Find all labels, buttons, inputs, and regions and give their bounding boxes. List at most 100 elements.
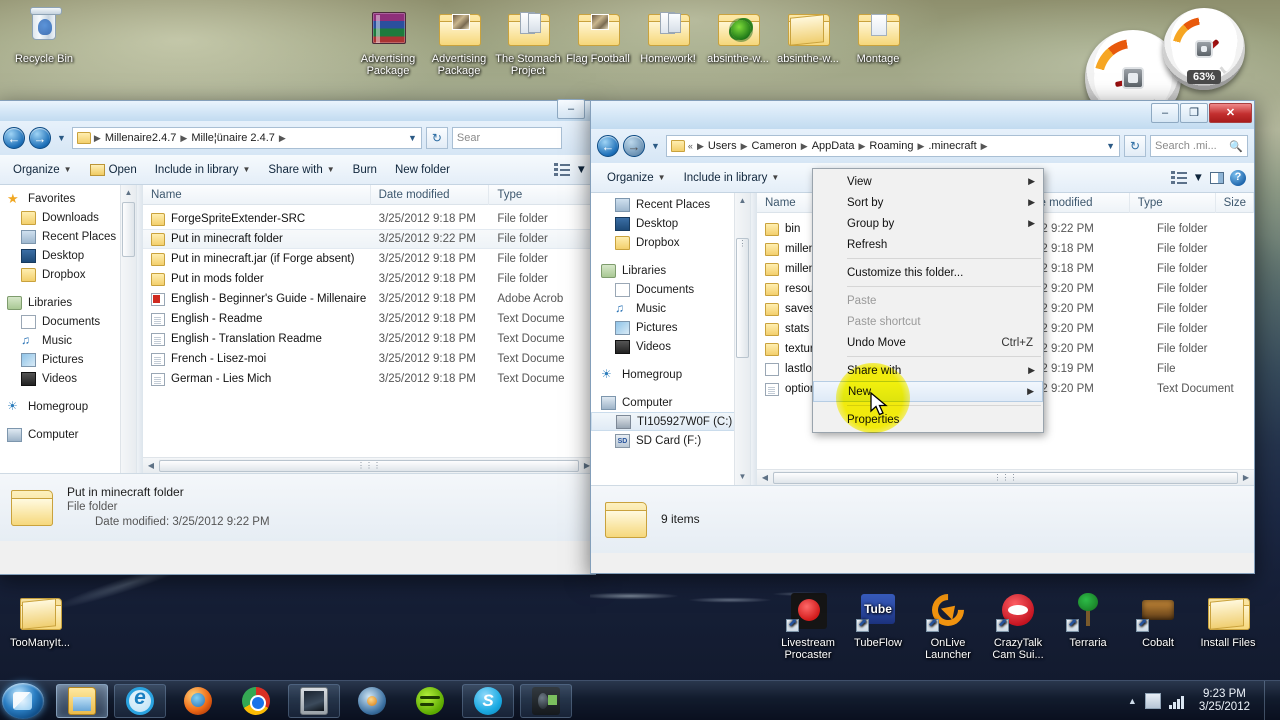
address-bar[interactable]: ▶ Millenaire2.4.7 ▶ Mille¦ünaire 2.4.7 ▶… xyxy=(71,127,422,149)
desktop-icon-stomach-project[interactable]: The Stomach Project xyxy=(492,6,564,77)
sidebar-item-documents[interactable]: Documents xyxy=(591,280,750,299)
scroll-right-icon[interactable]: ▶ xyxy=(1238,470,1254,486)
desktop-icon-toomanyitems[interactable]: TooManyIt... xyxy=(4,590,76,649)
sidebar-item-pictures[interactable]: Pictures xyxy=(591,318,750,337)
sidebar-item-libraries[interactable]: Libraries xyxy=(0,293,136,312)
explorer-window-millenaire[interactable]: – ← → ▼ ▶ Millenaire2.4.7 ▶ Mille¦ünaire… xyxy=(0,99,596,575)
sidebar-item-homegroup[interactable]: ☀ Homegroup xyxy=(591,365,750,384)
column-header-date[interactable]: Date modified xyxy=(371,185,490,205)
breadcrumb-item[interactable]: .minecraft xyxy=(927,140,977,152)
back-button[interactable]: ← xyxy=(597,135,619,157)
scrollbar-track[interactable]: ⋮⋮⋮ xyxy=(159,458,579,473)
refresh-button[interactable]: ↻ xyxy=(1124,135,1146,157)
address-dropdown-icon[interactable]: ▼ xyxy=(408,133,417,143)
window1-navigation-pane[interactable]: ★ Favorites Downloads Recent Places Desk… xyxy=(0,185,137,473)
open-button[interactable]: Open xyxy=(82,160,145,180)
burn-button[interactable]: Burn xyxy=(345,160,385,180)
recent-pages-chevron-icon[interactable]: ▼ xyxy=(55,133,68,143)
clock[interactable]: 9:23 PM 3/25/2012 xyxy=(1193,688,1256,714)
context-menu[interactable]: View ▶ Sort by ▶ Group by ▶ Refresh Cust… xyxy=(812,168,1044,433)
desktop-icon-flag-football[interactable]: Flag Football xyxy=(562,6,634,65)
desktop-icon-montage[interactable]: Montage xyxy=(842,6,914,65)
breadcrumb-item[interactable]: Millenaire2.4.7 xyxy=(104,132,178,144)
breadcrumb-item[interactable]: AppData xyxy=(811,140,856,152)
breadcrumb-item[interactable]: Users xyxy=(707,140,738,152)
taskbar-button-skype[interactable]: S xyxy=(462,684,514,718)
scroll-down-icon[interactable]: ▼ xyxy=(735,469,750,485)
desktop-icon-advertising-package-folder[interactable]: Advertising Package xyxy=(423,6,495,77)
menu-item-view[interactable]: View ▶ xyxy=(813,171,1043,192)
sidebar-item-recent-places[interactable]: Recent Places xyxy=(591,195,750,214)
desktop-icon-livestream-procaster[interactable]: Livestream Procaster xyxy=(772,590,844,661)
sidebar-item-local-disk-c[interactable]: TI105927W0F (C:) xyxy=(591,412,750,431)
change-view-icon[interactable] xyxy=(1170,171,1187,184)
sidebar-item-videos[interactable]: Videos xyxy=(591,337,750,356)
include-in-library-button[interactable]: Include in library ▼ xyxy=(676,168,788,188)
window2-horizontal-scrollbar[interactable]: ◀ ⋮⋮⋮ ▶ xyxy=(757,469,1254,485)
sidebar-item-libraries[interactable]: Libraries xyxy=(591,261,750,280)
organize-button[interactable]: Organize ▼ xyxy=(5,160,80,180)
navpane-vertical-scrollbar[interactable]: ▲ xyxy=(120,185,136,473)
sidebar-item-desktop[interactable]: Desktop xyxy=(591,214,750,233)
table-row[interactable]: Put in minecraft.jar (if Forge absent) 3… xyxy=(143,249,595,269)
action-center-icon[interactable] xyxy=(1144,693,1161,709)
column-header-type[interactable]: Type xyxy=(489,185,595,205)
sidebar-item-music[interactable]: ♫ Music xyxy=(0,331,136,350)
taskbar-button-windows-explorer[interactable] xyxy=(56,684,108,718)
new-folder-button[interactable]: New folder xyxy=(387,160,458,180)
chevron-down-icon[interactable]: ▼ xyxy=(576,164,587,176)
column-header-size[interactable]: Size xyxy=(1216,193,1254,213)
forward-button[interactable]: → xyxy=(29,127,51,149)
preview-pane-icon[interactable] xyxy=(1210,171,1224,184)
column-header-type[interactable]: Type xyxy=(1130,193,1216,213)
desktop-icon-install-files[interactable]: Install Files xyxy=(1192,590,1264,649)
change-view-icon[interactable] xyxy=(553,163,570,176)
scrollbar-thumb[interactable]: ⋮⋮⋮ xyxy=(773,471,1238,484)
back-button[interactable]: ← xyxy=(3,127,25,149)
taskbar-button-chrome[interactable] xyxy=(230,684,282,718)
desktop-icon-tubeflow[interactable]: Tube TubeFlow xyxy=(842,590,914,649)
scrollbar-thumb[interactable]: ⋮ xyxy=(736,238,749,358)
sidebar-item-dropbox[interactable]: Dropbox xyxy=(591,233,750,252)
window2-navigation-pane[interactable]: Recent Places Desktop Dropbox Libraries … xyxy=(591,193,751,485)
network-signal-icon[interactable] xyxy=(1168,693,1185,709)
taskbar-button-spotify[interactable] xyxy=(404,684,456,718)
organize-button[interactable]: Organize ▼ xyxy=(599,168,674,188)
sidebar-item-documents[interactable]: Documents xyxy=(0,312,136,331)
address-bar[interactable]: « ▶ Users ▶ Cameron ▶ AppData ▶ Roaming … xyxy=(665,135,1120,157)
include-in-library-button[interactable]: Include in library ▼ xyxy=(147,160,259,180)
scrollbar-track[interactable]: ⋮⋮⋮ xyxy=(773,470,1238,485)
share-with-button[interactable]: Share with ▼ xyxy=(260,160,342,180)
menu-item-customize-this-folder[interactable]: Customize this folder... xyxy=(813,262,1043,283)
window1-file-list[interactable]: Name Date modified Type ForgeSpriteExten… xyxy=(143,185,595,473)
desktop-icon-absinthe-2[interactable]: absinthe-w... xyxy=(772,6,844,65)
taskbar-button-firefox[interactable] xyxy=(172,684,224,718)
table-row[interactable]: German - Lies Mich 3/25/2012 9:18 PM Tex… xyxy=(143,369,595,389)
window2-close-button[interactable]: ✕ xyxy=(1209,103,1252,123)
refresh-button[interactable]: ↻ xyxy=(425,127,448,149)
table-row[interactable]: Put in minecraft folder 3/25/2012 9:22 P… xyxy=(143,229,595,249)
breadcrumb-item[interactable]: Mille¦ünaire 2.4.7 xyxy=(190,132,276,144)
chevron-down-icon[interactable]: ▼ xyxy=(1193,172,1204,184)
desktop-icon-absinthe-1[interactable]: absinthe-w... xyxy=(702,6,774,65)
window1-titlebar[interactable]: – xyxy=(0,99,595,121)
address-dropdown-icon[interactable]: ▼ xyxy=(1106,141,1115,151)
table-row[interactable]: Put in mods folder 3/25/2012 9:18 PM Fil… xyxy=(143,269,595,289)
scroll-up-icon[interactable]: ▲ xyxy=(735,193,750,209)
taskbar-button-media-player[interactable] xyxy=(346,684,398,718)
desktop-icon-onlive-launcher[interactable]: OnLive Launcher xyxy=(912,587,984,661)
scrollbar-thumb[interactable]: ⋮⋮⋮ xyxy=(159,459,579,472)
recent-pages-chevron-icon[interactable]: ▼ xyxy=(649,141,662,151)
table-row[interactable]: ForgeSpriteExtender-SRC 3/25/2012 9:18 P… xyxy=(143,209,595,229)
desktop-icon-cobalt[interactable]: Cobalt xyxy=(1122,590,1194,649)
taskbar-button-internet-explorer[interactable] xyxy=(114,684,166,718)
column-header-name[interactable]: Name xyxy=(143,185,371,205)
start-button[interactable] xyxy=(2,683,44,719)
desktop-icon-advertising-package-archive[interactable]: Advertising Package xyxy=(352,6,424,77)
window2-titlebar[interactable]: – ❐ ✕ xyxy=(591,101,1254,129)
sidebar-item-computer[interactable]: Computer xyxy=(591,393,750,412)
desktop-icon-recycle-bin[interactable]: Recycle Bin xyxy=(8,6,80,65)
sidebar-item-recent-places[interactable]: Recent Places xyxy=(0,227,136,246)
navpane-vertical-scrollbar[interactable]: ▲ ⋮ ▼ xyxy=(734,193,750,485)
menu-item-new[interactable]: New ▶ xyxy=(813,381,1043,402)
